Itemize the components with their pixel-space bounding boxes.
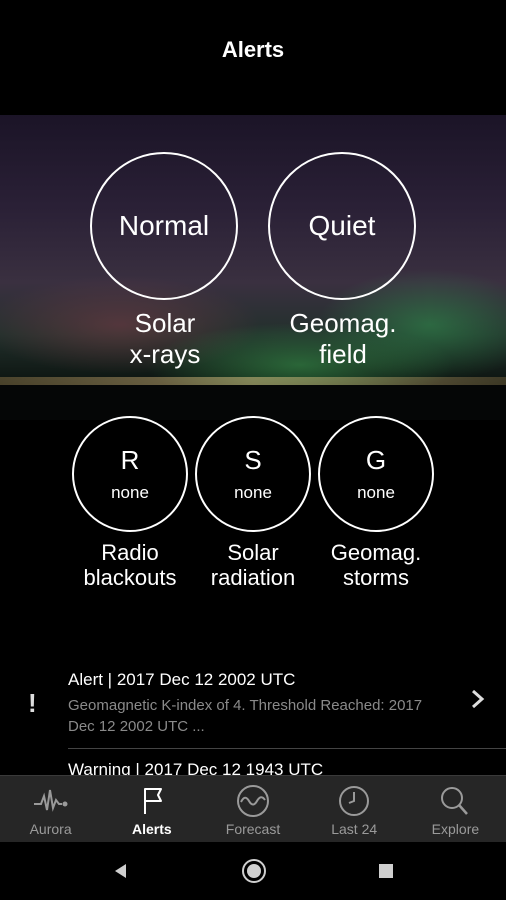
geomag-storms-label: Geomag. storms (306, 540, 446, 590)
page-title: Alerts (221, 36, 285, 62)
chevron-right-icon (470, 688, 486, 716)
alert-summary: Geomagnetic K-index of 4. Threshold Reac… (68, 697, 423, 735)
geomag-field-status-circle[interactable]: Quiet (268, 152, 416, 300)
tab-label-explore: Explore (431, 821, 480, 837)
solar-xrays-label-line1: Solar (134, 308, 196, 338)
back-icon[interactable] (111, 861, 131, 881)
solar-radiation-label: Solar radiation (183, 540, 323, 590)
city-lights-horizon (0, 377, 506, 385)
geomag-field-label-line1: Geomag. (289, 308, 397, 338)
system-navigation-bar (0, 842, 506, 900)
solar-xrays-status-circle[interactable]: Normal (90, 152, 238, 300)
clock-icon (339, 786, 370, 816)
foreground-silhouette (0, 385, 506, 420)
solar-xrays-label: Solar x-rays (75, 308, 255, 370)
tab-label-alerts: Alerts (131, 821, 172, 837)
radio-blackouts-label-line1: Radio (101, 540, 159, 565)
solar-xrays-label-line2: x-rays (129, 339, 201, 369)
scale-letter-g: G (365, 445, 387, 475)
alert-list-item[interactable]: ! Alert | 2017 Dec 12 2002 UTC Geomagnet… (0, 660, 506, 748)
home-icon[interactable] (241, 858, 267, 884)
recents-icon[interactable] (377, 862, 395, 880)
tab-last-24[interactable]: Last 24 (304, 776, 405, 842)
scale-level-r: none (111, 483, 149, 502)
solar-radiation-label-line2: radiation (210, 565, 296, 590)
search-icon (441, 787, 469, 815)
tab-forecast[interactable]: Forecast (202, 776, 303, 842)
geomag-field-status: Quiet (308, 210, 376, 241)
list-divider (68, 748, 506, 749)
pulse-icon (33, 789, 68, 812)
geomag-storms-label-line2: storms (343, 565, 409, 590)
scale-level-s: none (234, 483, 272, 502)
tab-alerts[interactable]: Alerts (101, 776, 202, 842)
flag-icon (143, 788, 162, 814)
geomag-storms-label-line1: Geomag. (330, 540, 422, 565)
solar-radiation-label-line1: Solar (227, 540, 279, 565)
aurora-background-image (0, 115, 506, 420)
exclamation-icon: ! (28, 688, 37, 718)
bottom-tab-bar: Aurora Alerts Forecast Last 24 Explore (0, 775, 506, 842)
tab-aurora[interactable]: Aurora (0, 776, 101, 842)
tab-explore[interactable]: Explore (405, 776, 506, 842)
geomag-field-label-line2: field (319, 339, 367, 369)
geomag-field-label: Geomag. field (253, 308, 433, 370)
tab-label-aurora: Aurora (29, 821, 72, 837)
tab-label-last-24: Last 24 (331, 821, 378, 837)
radio-blackouts-label: Radio blackouts (60, 540, 200, 590)
geomag-storms-scale-circle[interactable]: G none (318, 416, 434, 532)
solar-radiation-scale-circle[interactable]: S none (195, 416, 311, 532)
scale-letter-s: S (244, 445, 262, 475)
radio-blackouts-scale-circle[interactable]: R none (72, 416, 188, 532)
tab-label-forecast: Forecast (225, 821, 281, 837)
scale-letter-r: R (120, 445, 140, 475)
alert-title: Alert | 2017 Dec 12 2002 UTC (68, 670, 296, 689)
app-header: Alerts (0, 0, 506, 115)
wave-icon (237, 785, 269, 817)
scale-level-g: none (357, 483, 395, 502)
radio-blackouts-label-line2: blackouts (83, 565, 177, 590)
solar-xrays-status: Normal (118, 210, 210, 241)
